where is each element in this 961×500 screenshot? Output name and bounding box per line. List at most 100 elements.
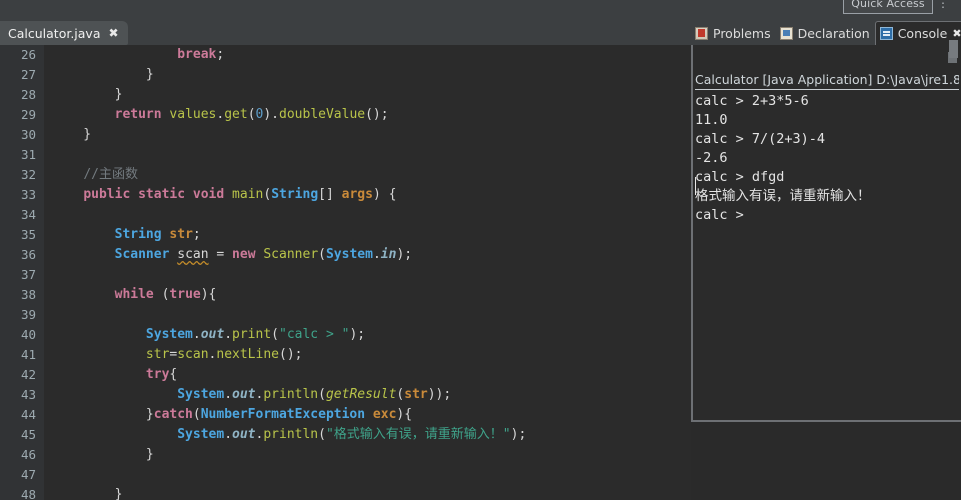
- code-line[interactable]: return values.get(0).doubleValue();: [44, 105, 691, 125]
- code-token-meth: Scanner: [263, 247, 319, 262]
- gutter-line-number[interactable]: 44: [0, 405, 44, 425]
- panel-tab-problems[interactable]: Problems: [691, 21, 776, 45]
- code-token-var: exc: [372, 407, 397, 422]
- code-token-var: str: [169, 227, 193, 242]
- console-toolbar[interactable]: [693, 45, 959, 69]
- code-token-plain: .: [224, 327, 233, 342]
- panel-scrollbar-thumb[interactable]: [949, 40, 958, 58]
- code-line[interactable]: }: [44, 445, 691, 465]
- console-output[interactable]: calc > 2+3*5-6 11.0 calc > 7/(2+3)-4 -2.6 ca…: [695, 92, 945, 418]
- gutter-line-number[interactable]: 41: [0, 345, 44, 365]
- quick-access-field[interactable]: Quick Access: [843, 0, 933, 14]
- gutter-line-number[interactable]: 31: [0, 145, 44, 165]
- code-token-kw: public: [83, 187, 131, 202]
- console-output-line: 格式输入有误，请重新输入！: [695, 188, 871, 204]
- code-token-plain: (: [263, 187, 272, 202]
- code-token-kw: new: [232, 247, 256, 262]
- code-token-squig: scan: [177, 247, 209, 262]
- code-line[interactable]: }: [44, 485, 691, 500]
- views-tab-strip: Problems Declaration Console ✖: [691, 18, 961, 45]
- code-line[interactable]: }: [44, 125, 691, 145]
- console-output-line: calc > dfgd: [695, 169, 785, 185]
- code-token-meth: scan: [177, 347, 209, 362]
- code-editor[interactable]: 26 27 28 29 30 31 32 33 34 35 36 37 38 39 40 41 42 43 44 45…: [0, 45, 691, 500]
- code-line[interactable]: try{: [44, 365, 691, 385]
- code-line[interactable]: str=scan.nextLine();: [44, 345, 691, 365]
- code-token-plain: ) {: [372, 187, 397, 202]
- code-line[interactable]: }: [44, 65, 691, 85]
- panel-tab-label: Declaration: [797, 25, 870, 41]
- code-token-meth: print: [232, 327, 272, 342]
- editor-tab-calculator-java[interactable]: Calculator.java ✖: [0, 21, 128, 45]
- gutter-line-number[interactable]: 29: [0, 105, 44, 125]
- code-line[interactable]: while (true){: [44, 285, 691, 305]
- gutter-line-number[interactable]: 38: [0, 285, 44, 305]
- code-token-fldi: out: [200, 327, 225, 342]
- panel-tab-declaration[interactable]: Declaration: [776, 21, 875, 45]
- gutter-line-number[interactable]: 36: [0, 245, 44, 265]
- code-token-str: "calc > ": [279, 327, 350, 342]
- gutter-line-number[interactable]: 35: [0, 225, 44, 245]
- close-editor-tab-icon[interactable]: ✖: [109, 27, 119, 39]
- code-line[interactable]: String str;: [44, 225, 691, 245]
- gutter-line-number[interactable]: 34: [0, 205, 44, 225]
- code-token-plain: );: [396, 247, 413, 262]
- code-line[interactable]: [44, 265, 691, 285]
- console-launch-title: Calculator [Java Application] D:\Java\jr…: [695, 71, 959, 90]
- code-line[interactable]: //主函数: [44, 165, 691, 185]
- gutter-line-number[interactable]: 48: [0, 485, 44, 500]
- code-token-plain: .: [372, 247, 381, 262]
- code-line[interactable]: [44, 205, 691, 225]
- gutter-line-number[interactable]: 32: [0, 165, 44, 185]
- code-token-plain: }: [52, 447, 154, 462]
- gutter-line-number[interactable]: 43: [0, 385, 44, 405]
- code-line[interactable]: System.out.println("格式输入有误，请重新输入！");: [44, 425, 691, 445]
- code-line[interactable]: Scanner scan = new Scanner(System.in);: [44, 245, 691, 265]
- gutter-line-number[interactable]: 47: [0, 465, 44, 485]
- gutter-line-number[interactable]: 42: [0, 365, 44, 385]
- code-token-type: System: [177, 427, 225, 442]
- code-token-plain: );: [349, 327, 366, 342]
- gutter-line-number[interactable]: 37: [0, 265, 44, 285]
- problems-icon: [695, 26, 708, 40]
- gutter-line-number[interactable]: 33: [0, 185, 55, 205]
- gutter-line-number[interactable]: 26: [0, 45, 44, 65]
- code-line[interactable]: System.out.print("calc > ");: [44, 325, 691, 345]
- gutter-line-number[interactable]: 39: [0, 305, 44, 325]
- code-token-plain: (: [153, 287, 170, 302]
- code-line[interactable]: public static void main(String[] args) {: [44, 185, 691, 205]
- code-line[interactable]: }: [44, 85, 691, 105]
- gutter-line-number[interactable]: 45: [0, 425, 44, 445]
- code-line[interactable]: [44, 305, 691, 325]
- toolbar-overflow-icon[interactable]: ⋮: [937, 0, 949, 10]
- code-token-plain: ();: [279, 347, 303, 362]
- close-panel-tab-icon[interactable]: ✖: [952, 28, 961, 39]
- code-token-plain: (: [318, 387, 326, 402]
- code-token-plain: }: [52, 67, 154, 82]
- code-token-kw: void: [192, 187, 225, 202]
- code-token-plain: ).: [263, 107, 280, 122]
- gutter-line-number[interactable]: 30: [0, 125, 44, 145]
- code-token-plain: (: [247, 107, 256, 122]
- gutter-line-number[interactable]: 40: [0, 325, 44, 345]
- code-line[interactable]: [44, 465, 691, 485]
- code-token-meth: get: [224, 107, 248, 122]
- code-text-area[interactable]: break; } } return values.get(0).doubleVa…: [44, 45, 691, 500]
- line-number-gutter: 26 27 28 29 30 31 32 33 34 35 36 37 38 39 40 41 42 43 44 45…: [0, 45, 55, 500]
- code-token-plain: }: [52, 487, 123, 500]
- editor-tab-strip: Calculator.java ✖: [0, 18, 691, 45]
- code-token-plain: (: [271, 327, 279, 342]
- code-line[interactable]: break;: [44, 45, 691, 65]
- code-line[interactable]: System.out.println(getResult(str));: [44, 385, 691, 405]
- code-token-meth: main: [232, 187, 264, 202]
- code-token-cmt: //主函数: [83, 167, 138, 182]
- gutter-line-number[interactable]: 27: [0, 65, 44, 85]
- gutter-line-number[interactable]: 46: [0, 445, 44, 465]
- console-output-line: 11.0: [695, 112, 728, 128]
- gutter-line-number[interactable]: 28: [0, 85, 44, 105]
- code-line[interactable]: }catch(NumberFormatException exc){: [44, 405, 691, 425]
- code-token-meth: println: [263, 387, 319, 402]
- code-line[interactable]: [44, 145, 691, 165]
- code-token-var: str: [404, 387, 428, 402]
